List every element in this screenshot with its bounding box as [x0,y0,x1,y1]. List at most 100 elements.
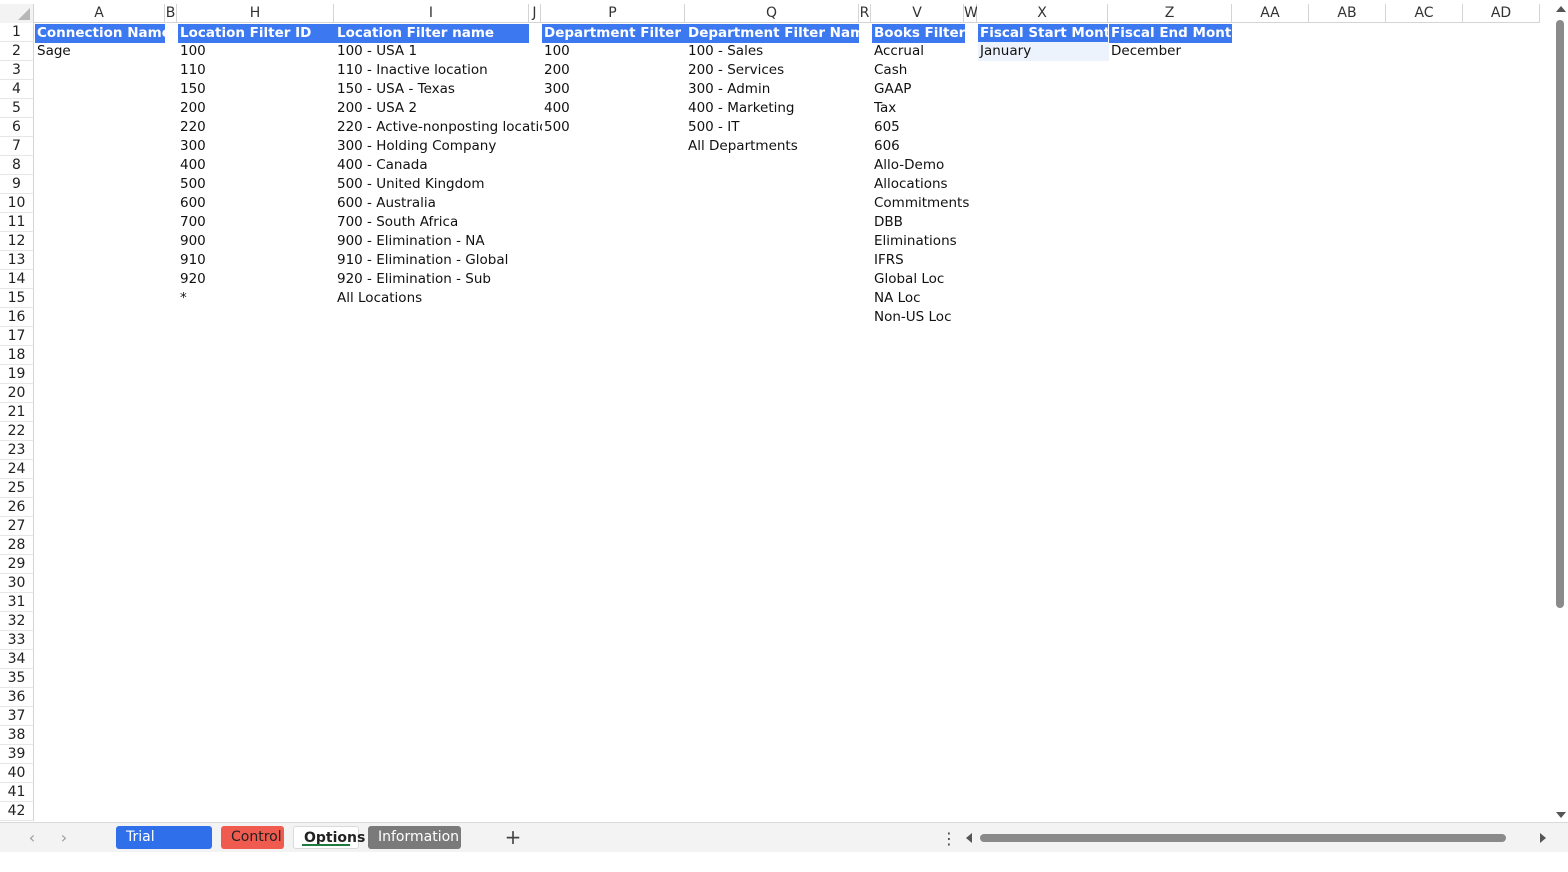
cell-location-filter-name[interactable]: 700 - South Africa [335,213,542,232]
row-header-9[interactable]: 9 [0,175,34,194]
cell-location-filter-name[interactable]: 910 - Elimination - Global [335,251,542,270]
cell-location-filter-name[interactable]: 600 - Australia [335,194,542,213]
next-sheet-arrow-icon[interactable]: › [54,828,74,848]
add-sheet-plus-icon[interactable]: + [503,826,523,848]
row-header-4[interactable]: 4 [0,80,34,99]
column-header-i[interactable]: I [334,4,529,23]
select-all-corner[interactable] [0,4,34,24]
cell-books-filter[interactable]: 606 [872,137,978,156]
cell-location-filter-name[interactable]: 920 - Elimination - Sub [335,270,542,289]
column-header-w[interactable]: W [964,4,978,23]
cell-department-filter-id[interactable]: 300 [542,80,686,99]
column-header-v[interactable]: V [871,4,964,23]
cell-location-filter-name[interactable]: 220 - Active-nonposting location [335,118,542,137]
row-header-22[interactable]: 22 [0,422,34,441]
scroll-down-arrow-icon[interactable] [1556,812,1566,818]
cell-books-filter[interactable]: Allocations [872,175,978,194]
cell-books-filter[interactable]: NA Loc [872,289,978,308]
cell-department-filter-id[interactable]: 200 [542,61,686,80]
column-header-ab[interactable]: AB [1309,4,1386,23]
cell-department-filter-name[interactable]: 200 - Services [686,61,860,80]
row-header-42[interactable]: 42 [0,802,34,821]
vertical-scroll-thumb[interactable] [1556,20,1564,608]
cell-department-filter-name[interactable]: 100 - Sales [686,42,860,61]
column-header-ad[interactable]: AD [1463,4,1540,23]
cell-location-filter-name[interactable]: 110 - Inactive location [335,61,542,80]
row-header-26[interactable]: 26 [0,498,34,517]
cell-location-filter-name[interactable]: 300 - Holding Company [335,137,542,156]
column-header-b[interactable]: B [165,4,177,23]
cell-location-filter-id[interactable]: 150 [178,80,335,99]
row-header-31[interactable]: 31 [0,593,34,612]
row-header-21[interactable]: 21 [0,403,34,422]
column-header-q[interactable]: Q [685,4,859,23]
row-header-41[interactable]: 41 [0,783,34,802]
row-header-3[interactable]: 3 [0,61,34,80]
cell-books-filter[interactable]: Commitments [872,194,978,213]
row-header-19[interactable]: 19 [0,365,34,384]
cell-location-filter-name[interactable]: 500 - United Kingdom [335,175,542,194]
cell-location-filter-name[interactable]: 100 - USA 1 [335,42,542,61]
row-header-12[interactable]: 12 [0,232,34,251]
row-header-5[interactable]: 5 [0,99,34,118]
row-header-37[interactable]: 37 [0,707,34,726]
cell-department-filter-name[interactable]: 400 - Marketing [686,99,860,118]
column-header-x[interactable]: X [977,4,1108,23]
prev-sheet-arrow-icon[interactable]: ‹ [22,828,42,848]
horizontal-scroll-thumb[interactable] [980,834,1506,842]
cell-location-filter-name[interactable]: 200 - USA 2 [335,99,542,118]
row-header-17[interactable]: 17 [0,327,34,346]
cell-books-filter[interactable]: Eliminations [872,232,978,251]
cell-books-filter[interactable]: Cash [872,61,978,80]
cell-department-filter-name[interactable]: 300 - Admin [686,80,860,99]
header-cell-fiscal-start-month[interactable]: Fiscal Start Month [978,24,1108,43]
cell-location-filter-id[interactable]: 500 [178,175,335,194]
row-header-39[interactable]: 39 [0,745,34,764]
cell-location-filter-id[interactable]: 600 [178,194,335,213]
cell-location-filter-name[interactable]: 150 - USA - Texas [335,80,542,99]
row-header-15[interactable]: 15 [0,289,34,308]
row-header-32[interactable]: 32 [0,612,34,631]
cell-books-filter[interactable]: 605 [872,118,978,137]
row-header-16[interactable]: 16 [0,308,34,327]
header-cell-location-filter-id[interactable]: Location Filter ID [178,24,335,43]
cell-books-filter[interactable]: Allo-Demo [872,156,978,175]
more-options-icon[interactable]: ⋮ [941,829,957,849]
column-header-r[interactable]: R [859,4,871,23]
row-header-25[interactable]: 25 [0,479,34,498]
tab-information[interactable]: Information [368,826,461,849]
header-cell-books-filter[interactable]: Books Filter [872,24,965,43]
row-header-29[interactable]: 29 [0,555,34,574]
scroll-right-arrow-icon[interactable] [1540,833,1546,843]
cell-books-filter[interactable]: DBB [872,213,978,232]
cell-fiscal-end-month[interactable]: December [1109,42,1233,61]
cell-location-filter-id[interactable]: 220 [178,118,335,137]
cell-location-filter-id[interactable]: 100 [178,42,335,61]
cell-location-filter-name[interactable]: 400 - Canada [335,156,542,175]
row-header-7[interactable]: 7 [0,137,34,156]
vertical-scrollbar[interactable] [1552,0,1568,822]
cell-location-filter-id[interactable]: 900 [178,232,335,251]
row-header-10[interactable]: 10 [0,194,34,213]
cell-fiscal-start-month[interactable]: January [978,42,1109,61]
spreadsheet-grid[interactable]: A B H I J P Q R V W X Z AA AB AC AD 1 2 3 4 5 6 7 8 9 10 11 12 13 14 1… [0,0,1552,822]
cell-books-filter[interactable]: Accrual [872,42,978,61]
cell-department-filter-name[interactable]: 500 - IT [686,118,860,137]
cell-location-filter-id[interactable]: 200 [178,99,335,118]
header-cell-location-filter-name[interactable]: Location Filter name [335,24,529,43]
scroll-up-arrow-icon[interactable] [1556,6,1566,12]
row-header-27[interactable]: 27 [0,517,34,536]
column-header-ac[interactable]: AC [1386,4,1463,23]
column-header-p[interactable]: P [541,4,685,23]
row-header-2[interactable]: 2 [0,42,34,61]
cell-books-filter[interactable]: GAAP [872,80,978,99]
cell-location-filter-id[interactable]: 110 [178,61,335,80]
cell-location-filter-name[interactable]: All Locations [335,289,542,308]
row-header-14[interactable]: 14 [0,270,34,289]
row-header-36[interactable]: 36 [0,688,34,707]
row-header-6[interactable]: 6 [0,118,34,137]
scroll-left-arrow-icon[interactable] [966,833,972,843]
row-header-1[interactable]: 1 [0,23,34,42]
row-header-23[interactable]: 23 [0,441,34,460]
cell-location-filter-name[interactable]: 900 - Elimination - NA [335,232,542,251]
